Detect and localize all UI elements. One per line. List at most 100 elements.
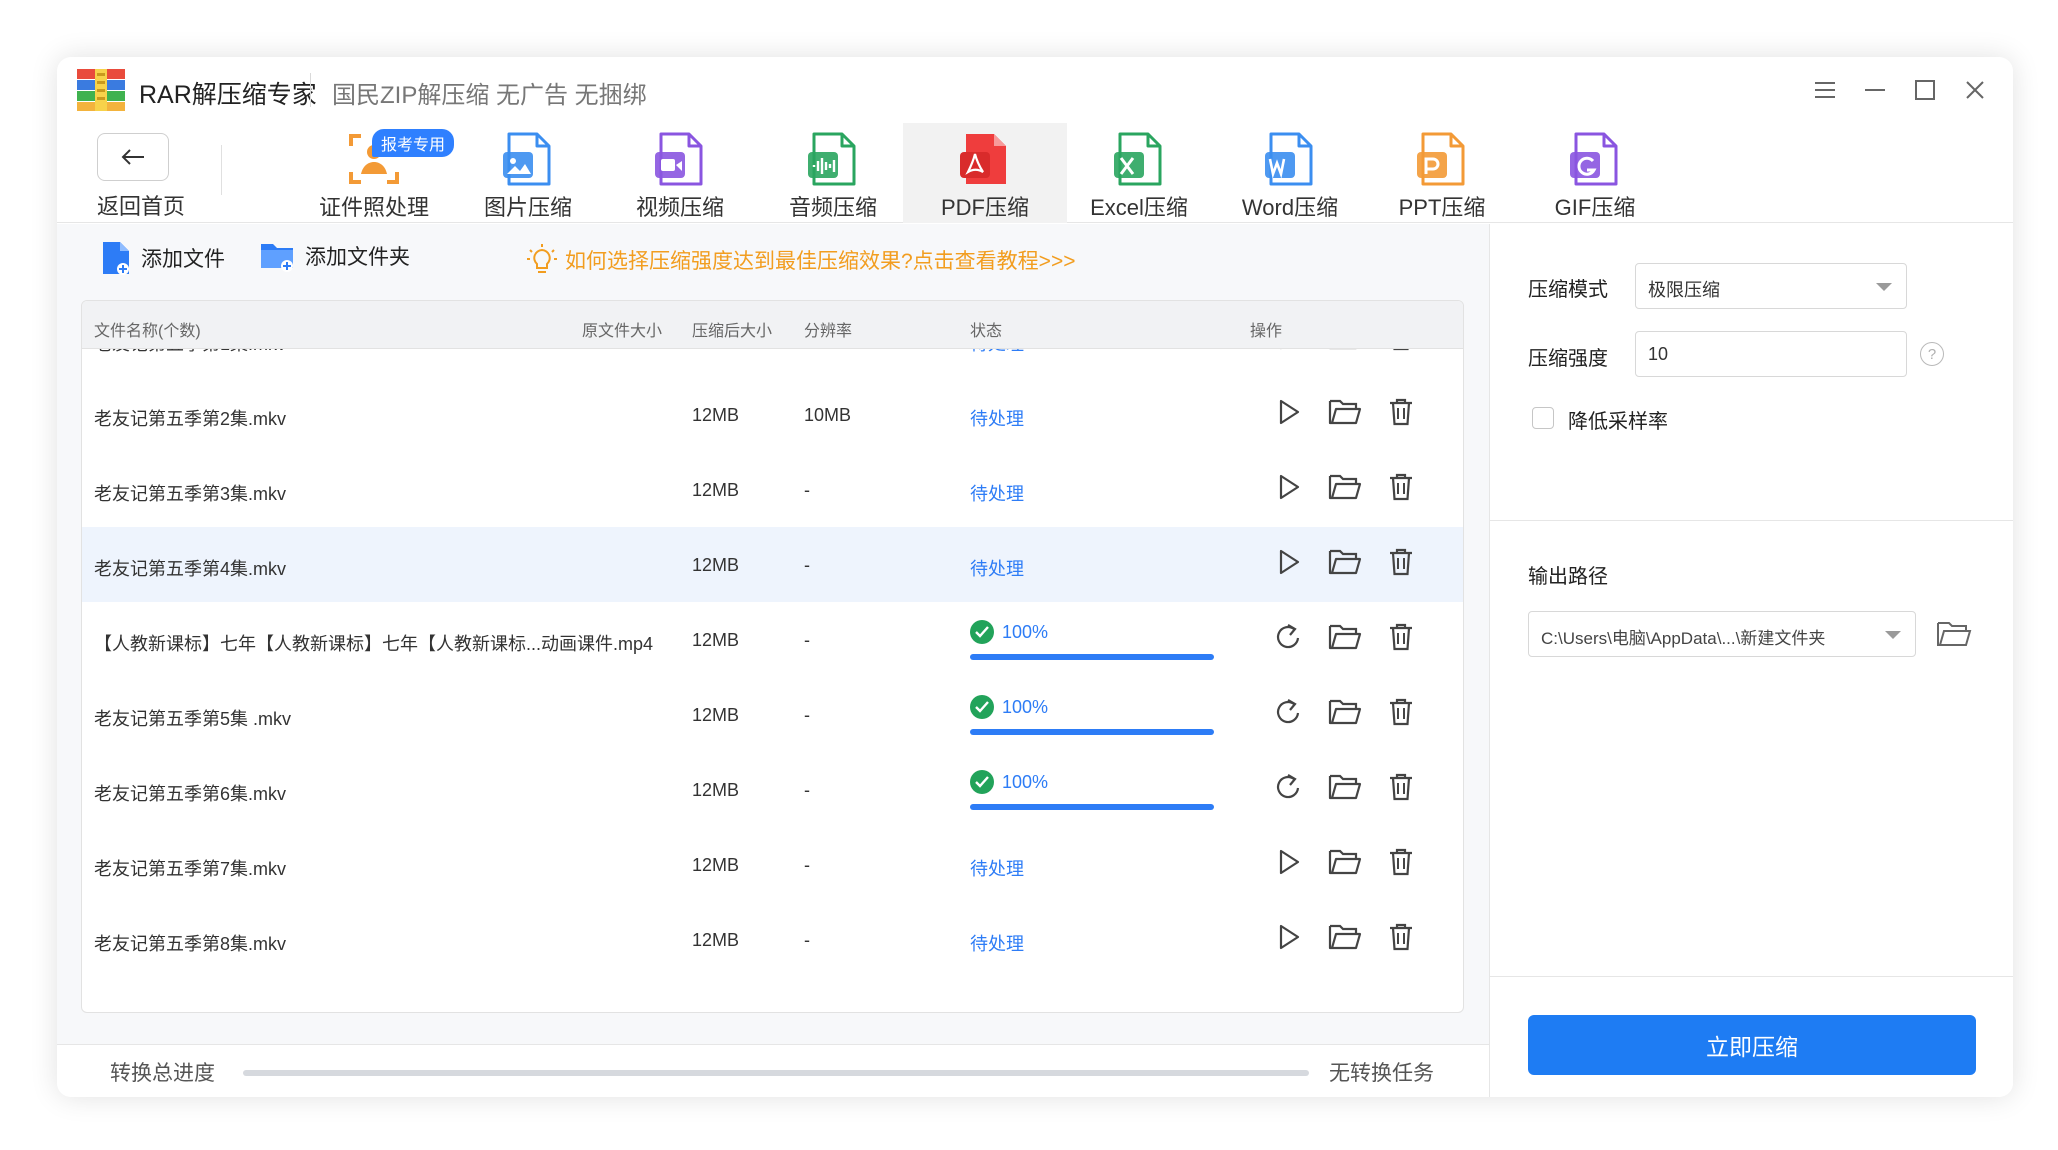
delete-button[interactable] bbox=[1384, 349, 1418, 356]
nav-item-gif-file[interactable]: GIF压缩 bbox=[1513, 123, 1677, 223]
menu-button[interactable] bbox=[1805, 71, 1845, 109]
folder-open-icon bbox=[1328, 548, 1362, 581]
nav-item-image-file[interactable]: 图片压缩 bbox=[446, 123, 610, 223]
check-circle-icon bbox=[970, 770, 994, 794]
table-row[interactable]: 老友记第五季第1集.mkv 12MB - 待处理 bbox=[82, 349, 1463, 377]
excel-file-icon bbox=[1114, 132, 1162, 186]
table-row[interactable]: 老友记第五季第6集.mkv 12MB - 100% bbox=[82, 752, 1463, 827]
open-folder-button[interactable] bbox=[1328, 547, 1362, 581]
chevron-down-icon bbox=[1885, 631, 1901, 639]
play-button[interactable] bbox=[1272, 847, 1306, 881]
back-label[interactable]: 返回首页 bbox=[97, 189, 187, 221]
row-status[interactable]: 待处理 bbox=[970, 349, 1024, 356]
browse-folder-button[interactable] bbox=[1934, 614, 1974, 654]
play-icon bbox=[1276, 473, 1302, 506]
table-body[interactable]: 老友记第五季第1集.mkv 12MB - 待处理 老友记第五季第2集.mkv 1… bbox=[82, 349, 1463, 1012]
maximize-button[interactable] bbox=[1905, 71, 1945, 109]
row-status[interactable]: 待处理 bbox=[970, 855, 1024, 881]
row-compressed-size: 12MB bbox=[692, 480, 740, 500]
table-row[interactable]: 【人教新课标】七年【人教新课标】七年【人教新课标...动画课件.mp4 12MB… bbox=[82, 602, 1463, 677]
delete-button[interactable] bbox=[1384, 547, 1418, 581]
open-folder-button[interactable] bbox=[1328, 622, 1362, 656]
row-progress-bar bbox=[970, 729, 1214, 735]
nav-item-audio-file[interactable]: 音频压缩 bbox=[751, 123, 915, 223]
table-row[interactable]: 老友记第五季第2集.mkv 12MB 10MB 待处理 bbox=[82, 377, 1463, 452]
title-bar: RAR解压缩专家 国民ZIP解压缩 无广告 无捆绑 bbox=[57, 57, 2013, 123]
open-folder-button[interactable] bbox=[1328, 697, 1362, 731]
row-status[interactable]: 待处理 bbox=[970, 480, 1024, 506]
back-button[interactable] bbox=[97, 133, 169, 181]
nav-item-video-file[interactable]: 视频压缩 bbox=[598, 123, 762, 223]
add-folder-button[interactable]: 添加文件夹 bbox=[259, 240, 410, 272]
table-row[interactable]: 老友记第五季第3集.mkv 12MB - 待处理 bbox=[82, 452, 1463, 527]
delete-button[interactable] bbox=[1384, 472, 1418, 506]
output-path-select[interactable]: C:\Users\电脑\AppData\...\新建文件夹 bbox=[1528, 611, 1916, 657]
trash-icon bbox=[1388, 847, 1414, 882]
folder-open-icon bbox=[1328, 698, 1362, 731]
open-folder-button[interactable] bbox=[1328, 772, 1362, 806]
retry-button[interactable] bbox=[1272, 772, 1306, 806]
add-file-button[interactable]: 添加文件 bbox=[101, 240, 225, 276]
delete-button[interactable] bbox=[1384, 397, 1418, 431]
tutorial-tip-link[interactable]: 如何选择压缩强度达到最佳压缩效果?点击查看教程>>> bbox=[527, 244, 1075, 276]
row-resolution: - bbox=[804, 555, 810, 575]
folder-open-icon bbox=[1328, 848, 1362, 881]
row-progress: 100% bbox=[970, 770, 1214, 810]
compress-strength-input[interactable]: 10 bbox=[1635, 331, 1907, 377]
bottom-bar: 转换总进度 无转换任务 bbox=[57, 1044, 1489, 1097]
file-table: 文件名称(个数) 原文件大小 压缩后大小 分辨率 状态 操作 老友记第五季第1集… bbox=[81, 300, 1464, 1013]
play-button[interactable] bbox=[1272, 397, 1306, 431]
play-button[interactable] bbox=[1272, 472, 1306, 506]
retry-icon bbox=[1274, 772, 1304, 807]
play-button[interactable] bbox=[1272, 547, 1306, 581]
compress-now-button[interactable]: 立即压缩 bbox=[1528, 1015, 1976, 1075]
header-name: 文件名称(个数) bbox=[94, 323, 201, 340]
nav-item-ppt-file[interactable]: PPT压缩 bbox=[1360, 123, 1524, 223]
delete-button[interactable] bbox=[1384, 922, 1418, 956]
nav-item-pdf-file[interactable]: PDF压缩 bbox=[903, 123, 1067, 223]
delete-button[interactable] bbox=[1384, 847, 1418, 881]
minimize-button[interactable] bbox=[1855, 71, 1895, 109]
audio-file-icon bbox=[808, 132, 856, 186]
row-operations bbox=[1272, 349, 1418, 356]
open-folder-button[interactable] bbox=[1328, 922, 1362, 956]
row-compressed-size: 12MB bbox=[692, 405, 740, 425]
compress-mode-value: 极限压缩 bbox=[1648, 280, 1720, 300]
row-status[interactable]: 待处理 bbox=[970, 930, 1024, 956]
delete-button[interactable] bbox=[1384, 697, 1418, 731]
row-resolution: - bbox=[804, 705, 810, 725]
table-row[interactable]: 老友记第五季第5集 .mkv 12MB - 100% bbox=[82, 677, 1463, 752]
row-status[interactable]: 待处理 bbox=[970, 555, 1024, 581]
downsample-label[interactable]: 降低采样率 bbox=[1568, 405, 1668, 434]
folder-open-icon bbox=[1328, 773, 1362, 806]
nav-item-excel-file[interactable]: Excel压缩 bbox=[1057, 123, 1221, 223]
close-button[interactable] bbox=[1955, 71, 1995, 109]
downsample-checkbox[interactable] bbox=[1532, 407, 1554, 429]
compress-strength-value: 10 bbox=[1648, 344, 1669, 364]
play-button[interactable] bbox=[1272, 922, 1306, 956]
delete-button[interactable] bbox=[1384, 622, 1418, 656]
output-path-value: C:\Users\电脑\AppData\...\新建文件夹 bbox=[1541, 629, 1826, 648]
row-operations bbox=[1272, 847, 1418, 881]
row-progress-text: 100% bbox=[1002, 771, 1049, 792]
play-icon bbox=[1276, 349, 1302, 356]
open-folder-button[interactable] bbox=[1328, 397, 1362, 431]
table-row[interactable]: 老友记第五季第7集.mkv 12MB - 待处理 bbox=[82, 827, 1463, 902]
header-original-size: 原文件大小 bbox=[582, 323, 663, 340]
open-folder-button[interactable] bbox=[1328, 847, 1362, 881]
chevron-down-icon bbox=[1876, 283, 1892, 291]
compress-mode-select[interactable]: 极限压缩 bbox=[1635, 263, 1907, 309]
retry-button[interactable] bbox=[1272, 697, 1306, 731]
delete-button[interactable] bbox=[1384, 772, 1418, 806]
open-folder-button[interactable] bbox=[1328, 472, 1362, 506]
help-icon[interactable]: ? bbox=[1920, 342, 1944, 366]
table-row[interactable]: 老友记第五季第4集.mkv 12MB - 待处理 bbox=[82, 527, 1463, 602]
nav-label: PDF压缩 bbox=[940, 195, 1029, 220]
play-button[interactable] bbox=[1272, 349, 1306, 356]
row-status[interactable]: 待处理 bbox=[970, 405, 1024, 431]
nav-item-word-file[interactable]: Word压缩 bbox=[1208, 123, 1372, 223]
nav-item-id-photo[interactable]: 证件照处理 报考专用 bbox=[292, 123, 456, 223]
retry-button[interactable] bbox=[1272, 622, 1306, 656]
table-row[interactable]: 老友记第五季第8集.mkv 12MB - 待处理 bbox=[82, 902, 1463, 977]
open-folder-button[interactable] bbox=[1328, 349, 1362, 356]
